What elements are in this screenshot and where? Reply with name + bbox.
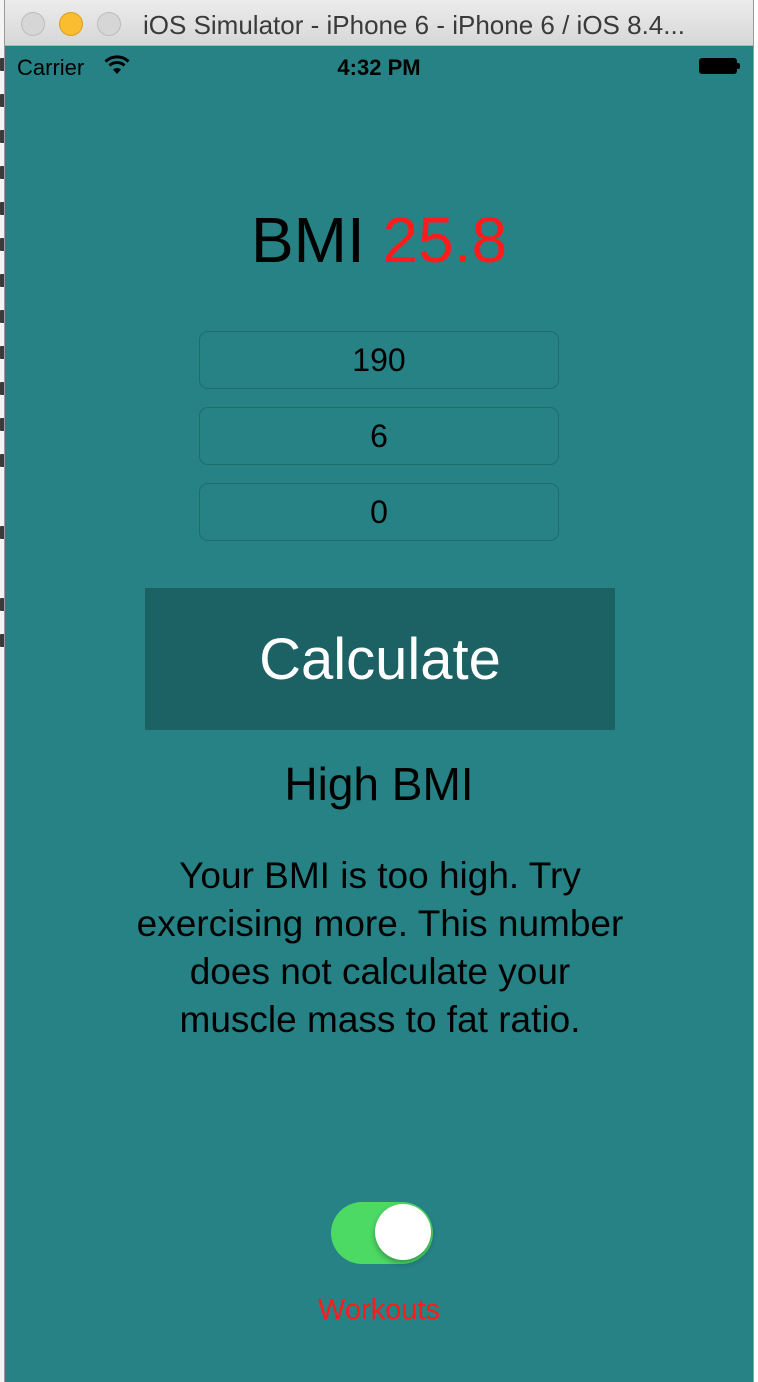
weight-field[interactable] bbox=[199, 331, 559, 389]
bmi-heading: BMI 25.8 bbox=[5, 200, 753, 280]
close-window-button[interactable] bbox=[21, 12, 45, 36]
height-feet-field[interactable] bbox=[199, 407, 559, 465]
workouts-toggle[interactable] bbox=[331, 1202, 433, 1264]
workouts-label: Workouts bbox=[318, 1294, 440, 1326]
height-inches-field[interactable] bbox=[199, 483, 559, 541]
window-titlebar[interactable]: iOS Simulator - iPhone 6 - iPhone 6 / iO… bbox=[5, 0, 753, 46]
toggle-knob bbox=[375, 1204, 431, 1260]
calculate-button[interactable]: Calculate bbox=[145, 588, 615, 730]
zoom-window-button[interactable] bbox=[97, 12, 121, 36]
result-message: Your BMI is too high. Try exercising mor… bbox=[136, 855, 624, 1040]
bmi-value: 25.8 bbox=[382, 204, 508, 276]
minimize-window-button[interactable] bbox=[59, 12, 83, 36]
simulator-window: iOS Simulator - iPhone 6 - iPhone 6 / iO… bbox=[4, 0, 754, 1382]
ios-status-bar: Carrier 4:32 PM bbox=[5, 50, 753, 84]
window-title: iOS Simulator - iPhone 6 - iPhone 6 / iO… bbox=[143, 10, 685, 40]
result-title: High BMI bbox=[284, 758, 474, 810]
status-time: 4:32 PM bbox=[337, 55, 421, 80]
bmi-label: BMI bbox=[250, 204, 365, 276]
battery-icon bbox=[699, 58, 741, 74]
